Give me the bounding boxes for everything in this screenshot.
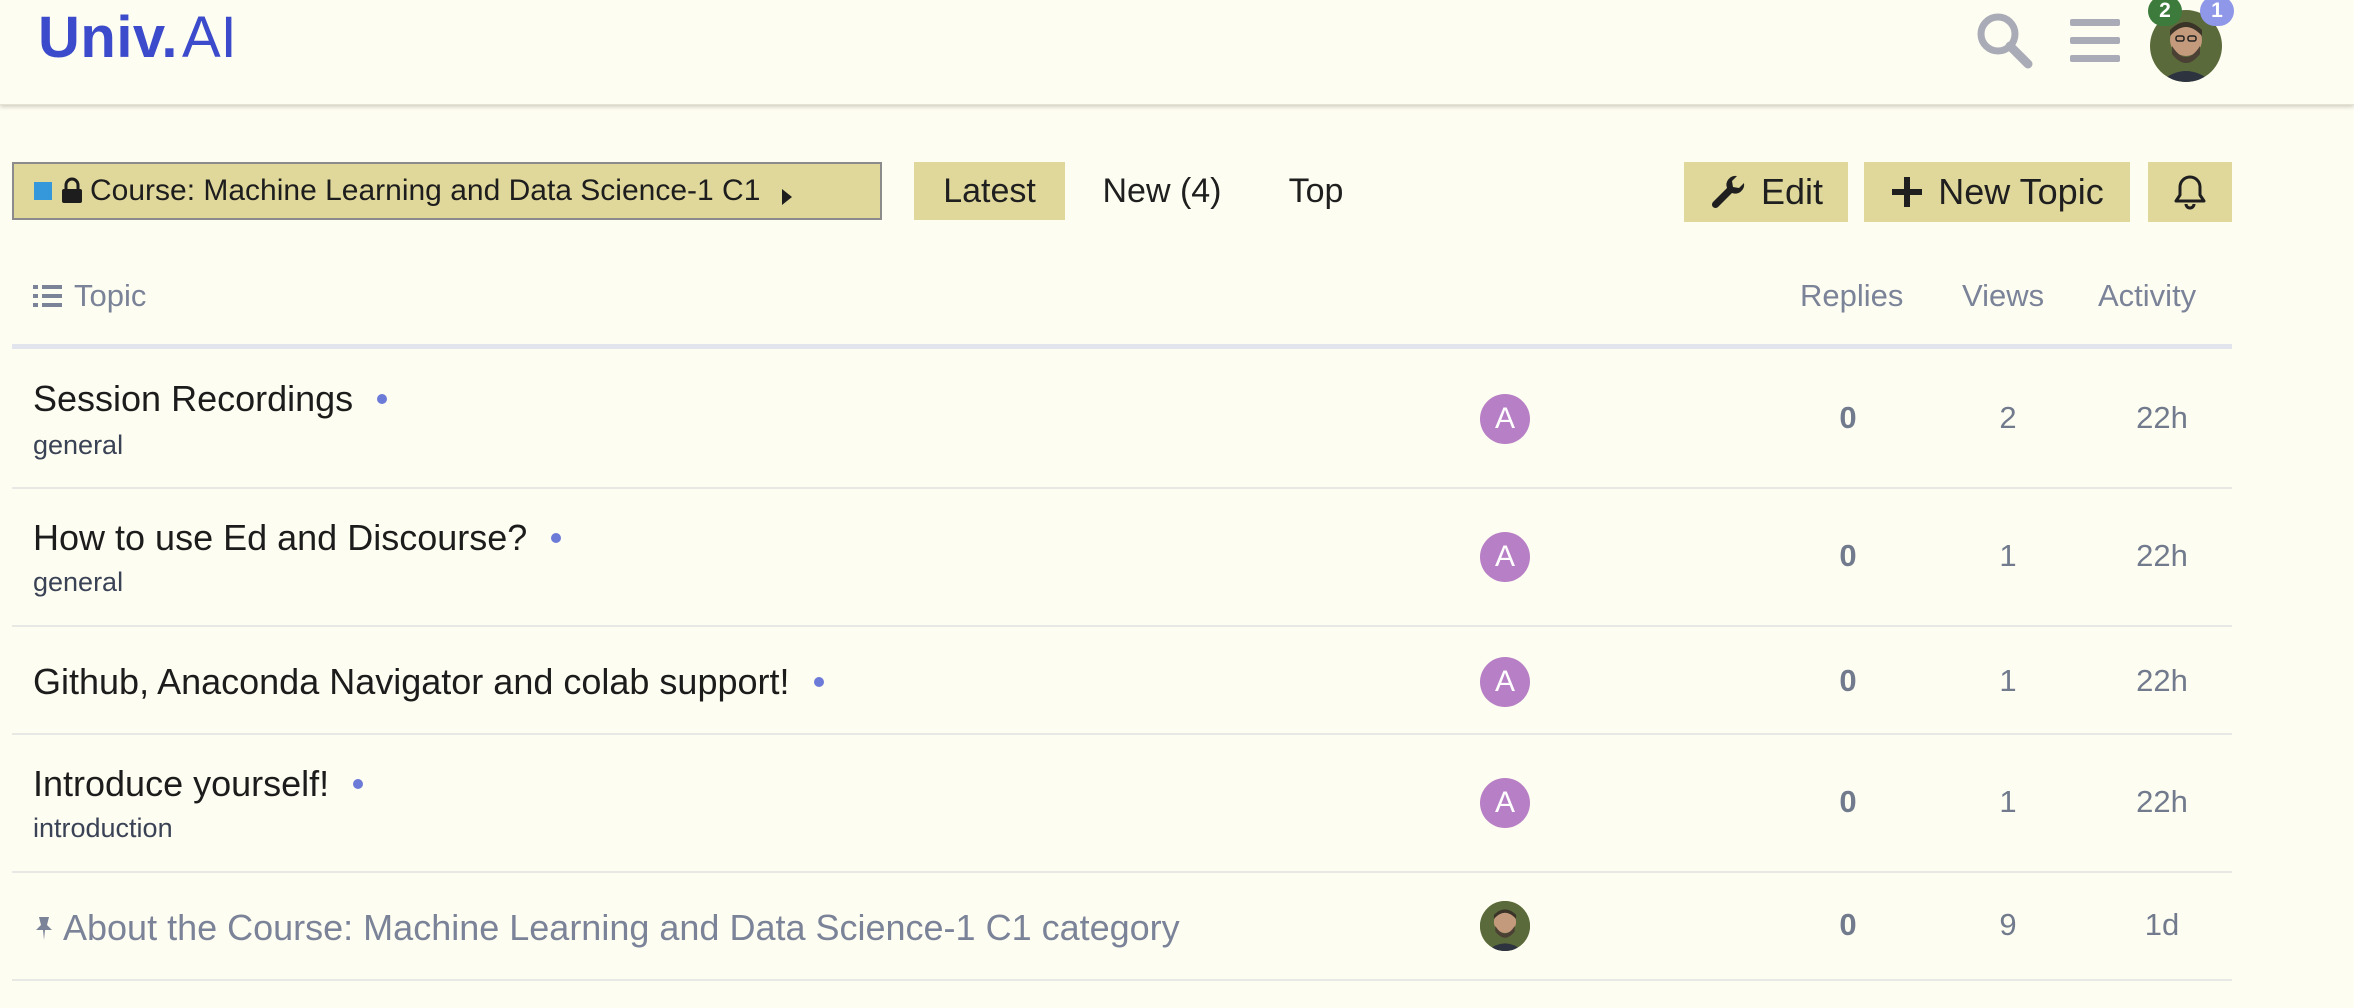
table-row: Session Recordings general A 0 2 22h	[12, 350, 2232, 489]
views-count: 1	[1999, 784, 2017, 819]
poster-avatar[interactable]: A	[1480, 394, 1530, 444]
tab-latest[interactable]: Latest	[914, 162, 1065, 220]
hamburger-menu-icon[interactable]	[2064, 8, 2128, 72]
views-count: 9	[1999, 907, 2017, 942]
replies-count: 0	[1839, 400, 1857, 435]
poster-avatar[interactable]: A	[1480, 532, 1530, 582]
tab-top[interactable]: Top	[1270, 162, 1362, 220]
lock-icon	[60, 177, 84, 205]
logo-text-bold: Univ.	[38, 5, 178, 70]
replies-count: 0	[1839, 907, 1857, 942]
category-label: Course: Machine Learning and Data Scienc…	[90, 174, 761, 207]
topic-title-link[interactable]: Introduce yourself!	[33, 763, 364, 805]
plus-icon	[1892, 177, 1923, 207]
wrench-icon	[1711, 175, 1745, 209]
replies-count: 0	[1839, 538, 1857, 573]
category-dropdown[interactable]: Course: Machine Learning and Data Scienc…	[12, 162, 882, 220]
site-header: Univ. AI 2 1	[0, 0, 2354, 105]
activity-time[interactable]: 22h	[2112, 784, 2212, 820]
topic-title-link[interactable]: About the Course: Machine Learning and D…	[33, 907, 1180, 949]
edit-button-label: Edit	[1760, 171, 1824, 212]
table-row: How to use Ed and Discourse? general A 0…	[12, 489, 2232, 627]
poster-avatar[interactable]: A	[1480, 657, 1530, 707]
replies-count: 0	[1839, 663, 1857, 698]
topic-title-link[interactable]: How to use Ed and Discourse?	[33, 517, 562, 559]
activity-time[interactable]: 22h	[2112, 663, 2212, 699]
views-count: 1	[1999, 538, 2017, 573]
views-count: 1	[1999, 663, 2017, 698]
search-icon[interactable]	[1972, 8, 2036, 72]
category-color-square	[34, 182, 52, 200]
column-header-replies[interactable]: Replies	[1800, 278, 1903, 314]
bell-icon	[2174, 175, 2206, 210]
topic-title: How to use Ed and Discourse?	[33, 517, 528, 558]
topic-title: Session Recordings	[33, 378, 354, 419]
table-row: Github, Anaconda Navigator and colab sup…	[12, 627, 2232, 735]
poster-avatar[interactable]	[1480, 901, 1530, 951]
activity-time[interactable]: 22h	[2112, 538, 2212, 574]
column-header-topic-label: Topic	[74, 278, 147, 313]
unread-dot	[813, 677, 824, 687]
site-logo[interactable]: Univ. AI	[38, 4, 237, 80]
table-row: Introduce yourself! introduction A 0 1 2…	[12, 735, 2232, 873]
column-header-views[interactable]: Views	[1962, 278, 2044, 314]
column-header-topic[interactable]: Topic	[32, 278, 146, 314]
edit-button[interactable]: Edit	[1684, 162, 1848, 222]
views-count: 2	[1999, 400, 2017, 435]
column-header-activity[interactable]: Activity	[2098, 278, 2196, 314]
topic-title: About the Course: Machine Learning and D…	[63, 907, 1180, 948]
table-row: About the Course: Machine Learning and D…	[12, 873, 2232, 981]
topic-title-link[interactable]: Session Recordings	[33, 378, 388, 420]
notifications-badge[interactable]: 2	[2148, 0, 2182, 26]
pin-icon	[36, 917, 52, 940]
messages-badge[interactable]: 1	[2200, 0, 2234, 26]
unread-dot	[551, 533, 562, 543]
topic-title: Github, Anaconda Navigator and colab sup…	[33, 661, 790, 702]
topic-tag[interactable]: general	[33, 430, 123, 461]
topic-title: Introduce yourself!	[33, 763, 330, 804]
new-topic-button[interactable]: New Topic	[1864, 162, 2130, 222]
activity-time[interactable]: 1d	[2112, 907, 2212, 943]
logo-text-thin: AI	[182, 5, 237, 70]
activity-time[interactable]: 22h	[2112, 400, 2212, 436]
topic-title-link[interactable]: Github, Anaconda Navigator and colab sup…	[33, 661, 824, 703]
poster-avatar[interactable]: A	[1480, 778, 1530, 828]
topic-tag[interactable]: general	[33, 567, 123, 598]
user-avatar-button[interactable]: 2 1	[2148, 0, 2234, 82]
new-topic-button-label: New Topic	[1938, 171, 2104, 212]
replies-count: 0	[1839, 784, 1857, 819]
unread-dot	[353, 779, 364, 789]
unread-dot	[377, 394, 388, 404]
topic-tag[interactable]: introduction	[33, 813, 173, 844]
notification-level-button[interactable]	[2148, 162, 2232, 222]
table-header-divider	[12, 344, 2232, 349]
tab-new[interactable]: New (4)	[1082, 162, 1242, 220]
list-icon	[33, 285, 62, 307]
caret-right-icon	[780, 181, 794, 205]
